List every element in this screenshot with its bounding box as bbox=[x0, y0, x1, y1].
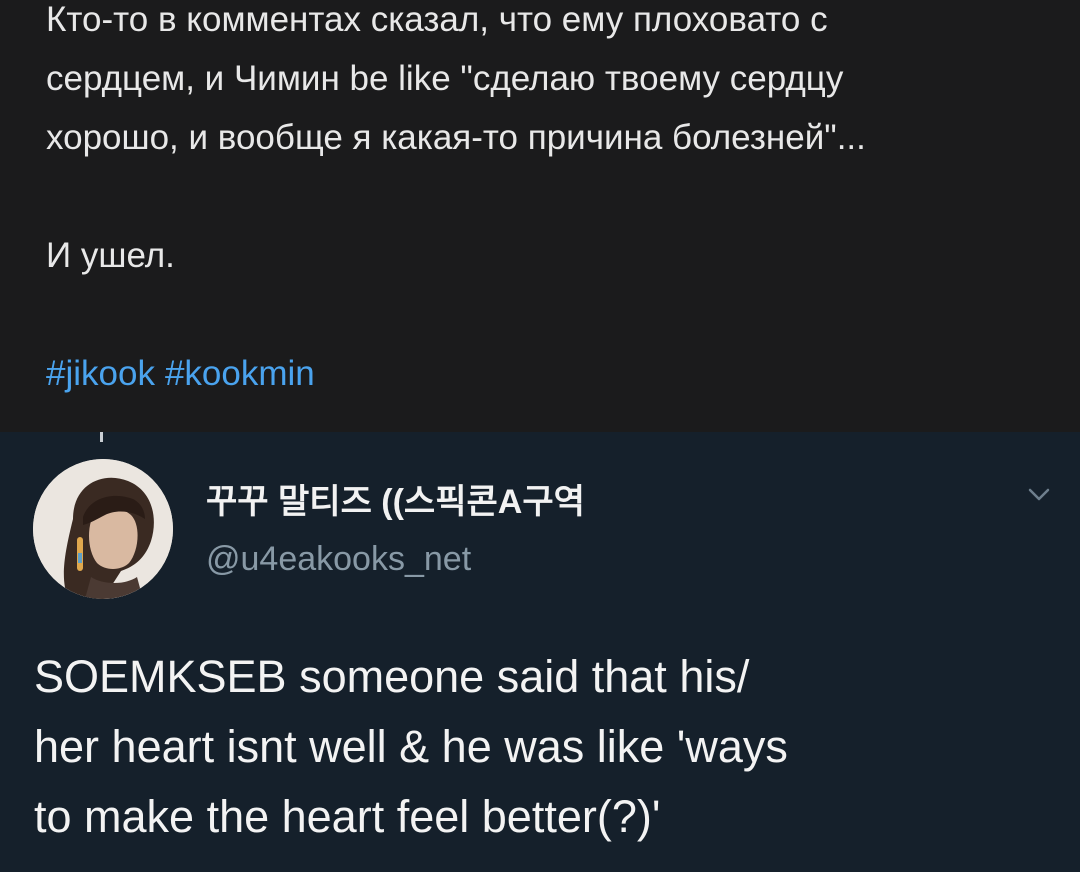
hashtag-link[interactable]: #kookmin bbox=[165, 354, 315, 393]
tweet-text: SOEMKSEB someone said that his/ her hear… bbox=[34, 642, 1054, 852]
hashtag-list: #jikook #kookmin bbox=[46, 344, 1046, 403]
quoted-tweet[interactable]: 꾸꾸 말티즈 ((스픽콘A구역 @u4eakooks_net SOEMKSEB … bbox=[0, 432, 1080, 872]
user-handle[interactable]: @u4eakooks_net bbox=[206, 540, 471, 579]
tweet-line: SOEMKSEB someone said that his/ bbox=[34, 651, 750, 702]
hashtag-link[interactable]: #jikook bbox=[46, 354, 155, 393]
thread-line bbox=[100, 432, 103, 442]
post-line: И ушел. bbox=[46, 236, 175, 275]
post-line: сердцем, и Чимин be like "сделаю твоему … bbox=[46, 59, 844, 98]
screenshot: Кто-то в комментах сказал, что ему плохо… bbox=[0, 0, 1080, 872]
tweet-line: her heart isnt well & he was like 'ways bbox=[34, 721, 788, 772]
tweet-line: to make the heart feel better(?)' bbox=[34, 791, 661, 842]
user-avatar-photo-icon bbox=[33, 459, 173, 599]
display-name[interactable]: 꾸꾸 말티즈 ((스픽콘A구역 bbox=[206, 474, 585, 523]
post-line: Кто-то в комментах сказал, что ему плохо… bbox=[46, 0, 828, 39]
avatar[interactable] bbox=[33, 459, 173, 599]
original-post: Кто-то в комментах сказал, что ему плохо… bbox=[0, 0, 1080, 432]
post-line: хорошо, и вообще я какая-то причина боле… bbox=[46, 118, 866, 157]
chevron-down-icon[interactable] bbox=[1024, 482, 1054, 506]
post-body: Кто-то в комментах сказал, что ему плохо… bbox=[46, 0, 1046, 403]
